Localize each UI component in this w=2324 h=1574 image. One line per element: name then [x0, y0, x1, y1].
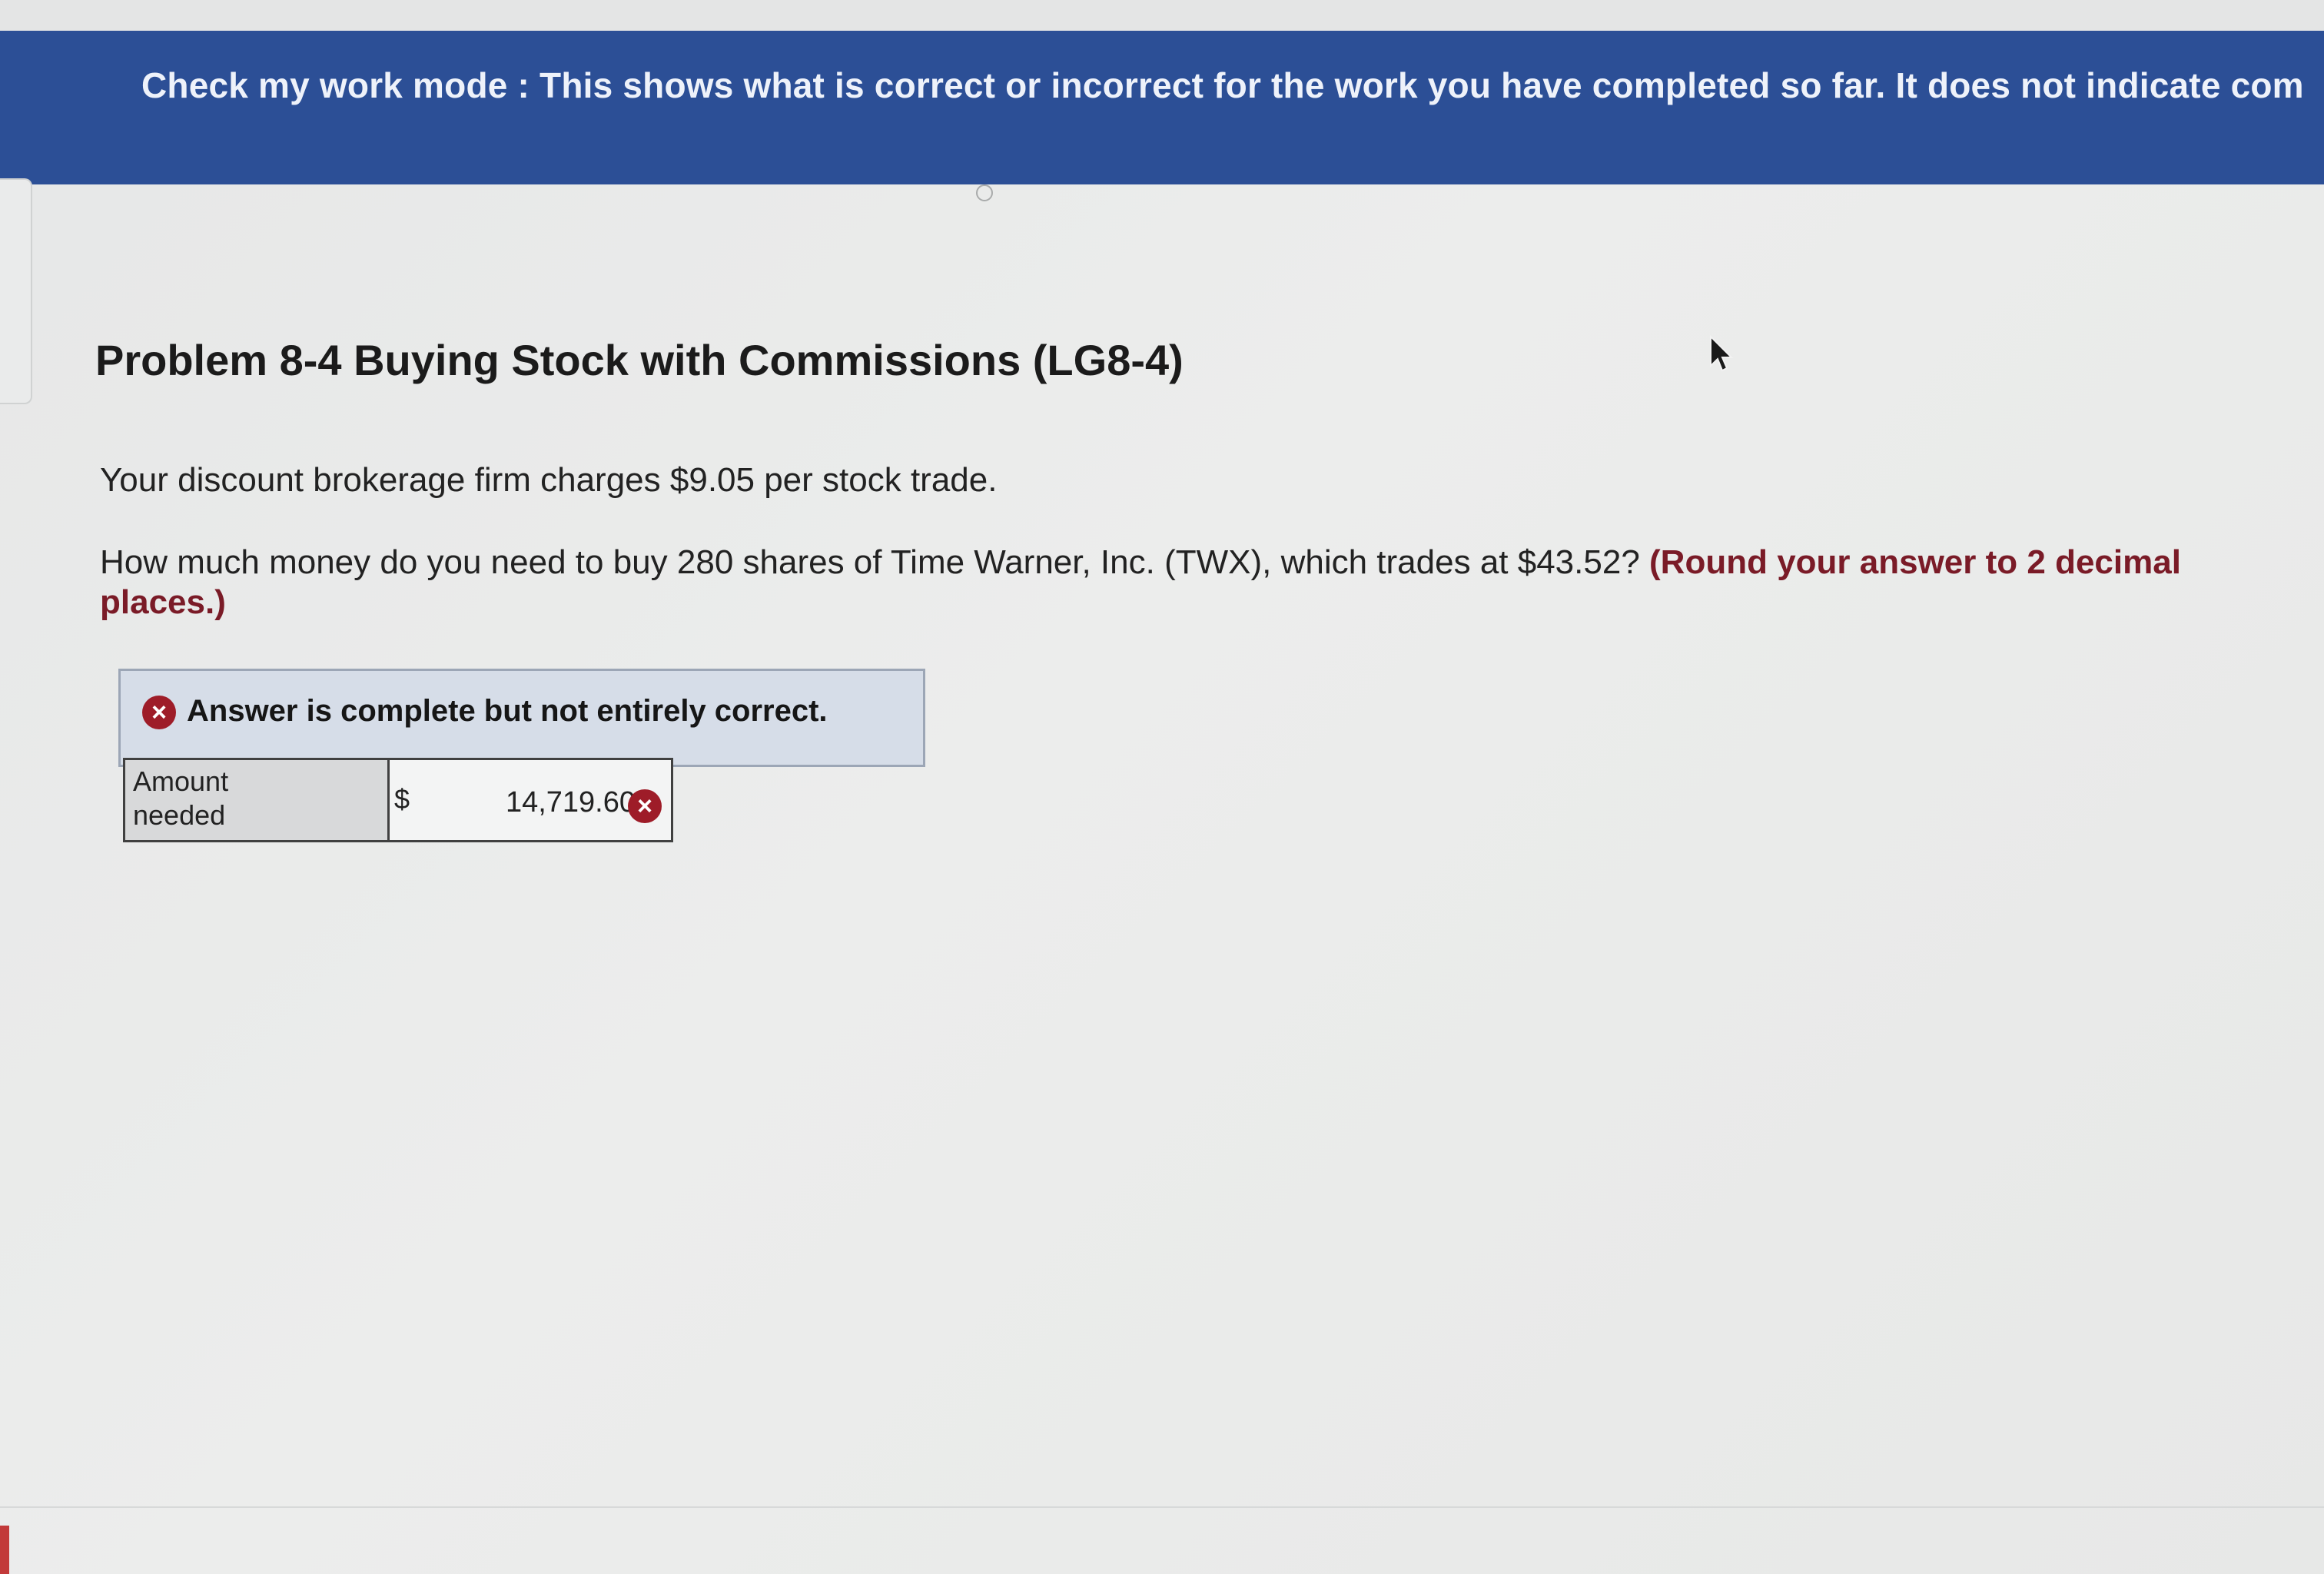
amount-needed-input[interactable]: 14,719.60 [486, 786, 636, 819]
check-my-work-banner: Check my work mode : This shows what is … [0, 31, 2324, 184]
currency-symbol: $ [394, 783, 410, 815]
small-circle-icon [976, 184, 993, 201]
amount-needed-label: Amount needed [125, 760, 390, 840]
side-panel-edge[interactable] [0, 178, 32, 404]
divider [0, 1506, 2324, 1508]
result-status-text: Answer is complete but not entirely corr… [187, 694, 828, 728]
page: Check my work mode : This shows what is … [0, 0, 2324, 1574]
problem-intro: Your discount brokerage firm charges $9.… [100, 461, 998, 499]
top-strip [0, 0, 2324, 31]
label-line-1: Amount [133, 765, 229, 797]
result-status-box: × Answer is complete but not entirely co… [118, 669, 925, 767]
question-text: How much money do you need to buy 280 sh… [100, 543, 1640, 581]
answer-table: Amount needed $ 14,719.60 × [123, 758, 673, 842]
mouse-cursor-icon [1710, 335, 1734, 372]
label-line-2: needed [133, 799, 226, 831]
problem-title: Problem 8-4 Buying Stock with Commission… [95, 336, 1184, 384]
problem-question: How much money do you need to buy 280 sh… [100, 543, 2252, 623]
x-circle-icon: × [142, 696, 176, 729]
banner-text: Check my work mode : This shows what is … [141, 65, 2304, 105]
bottom-left-red-marker [0, 1526, 9, 1574]
x-circle-icon: × [628, 789, 662, 823]
